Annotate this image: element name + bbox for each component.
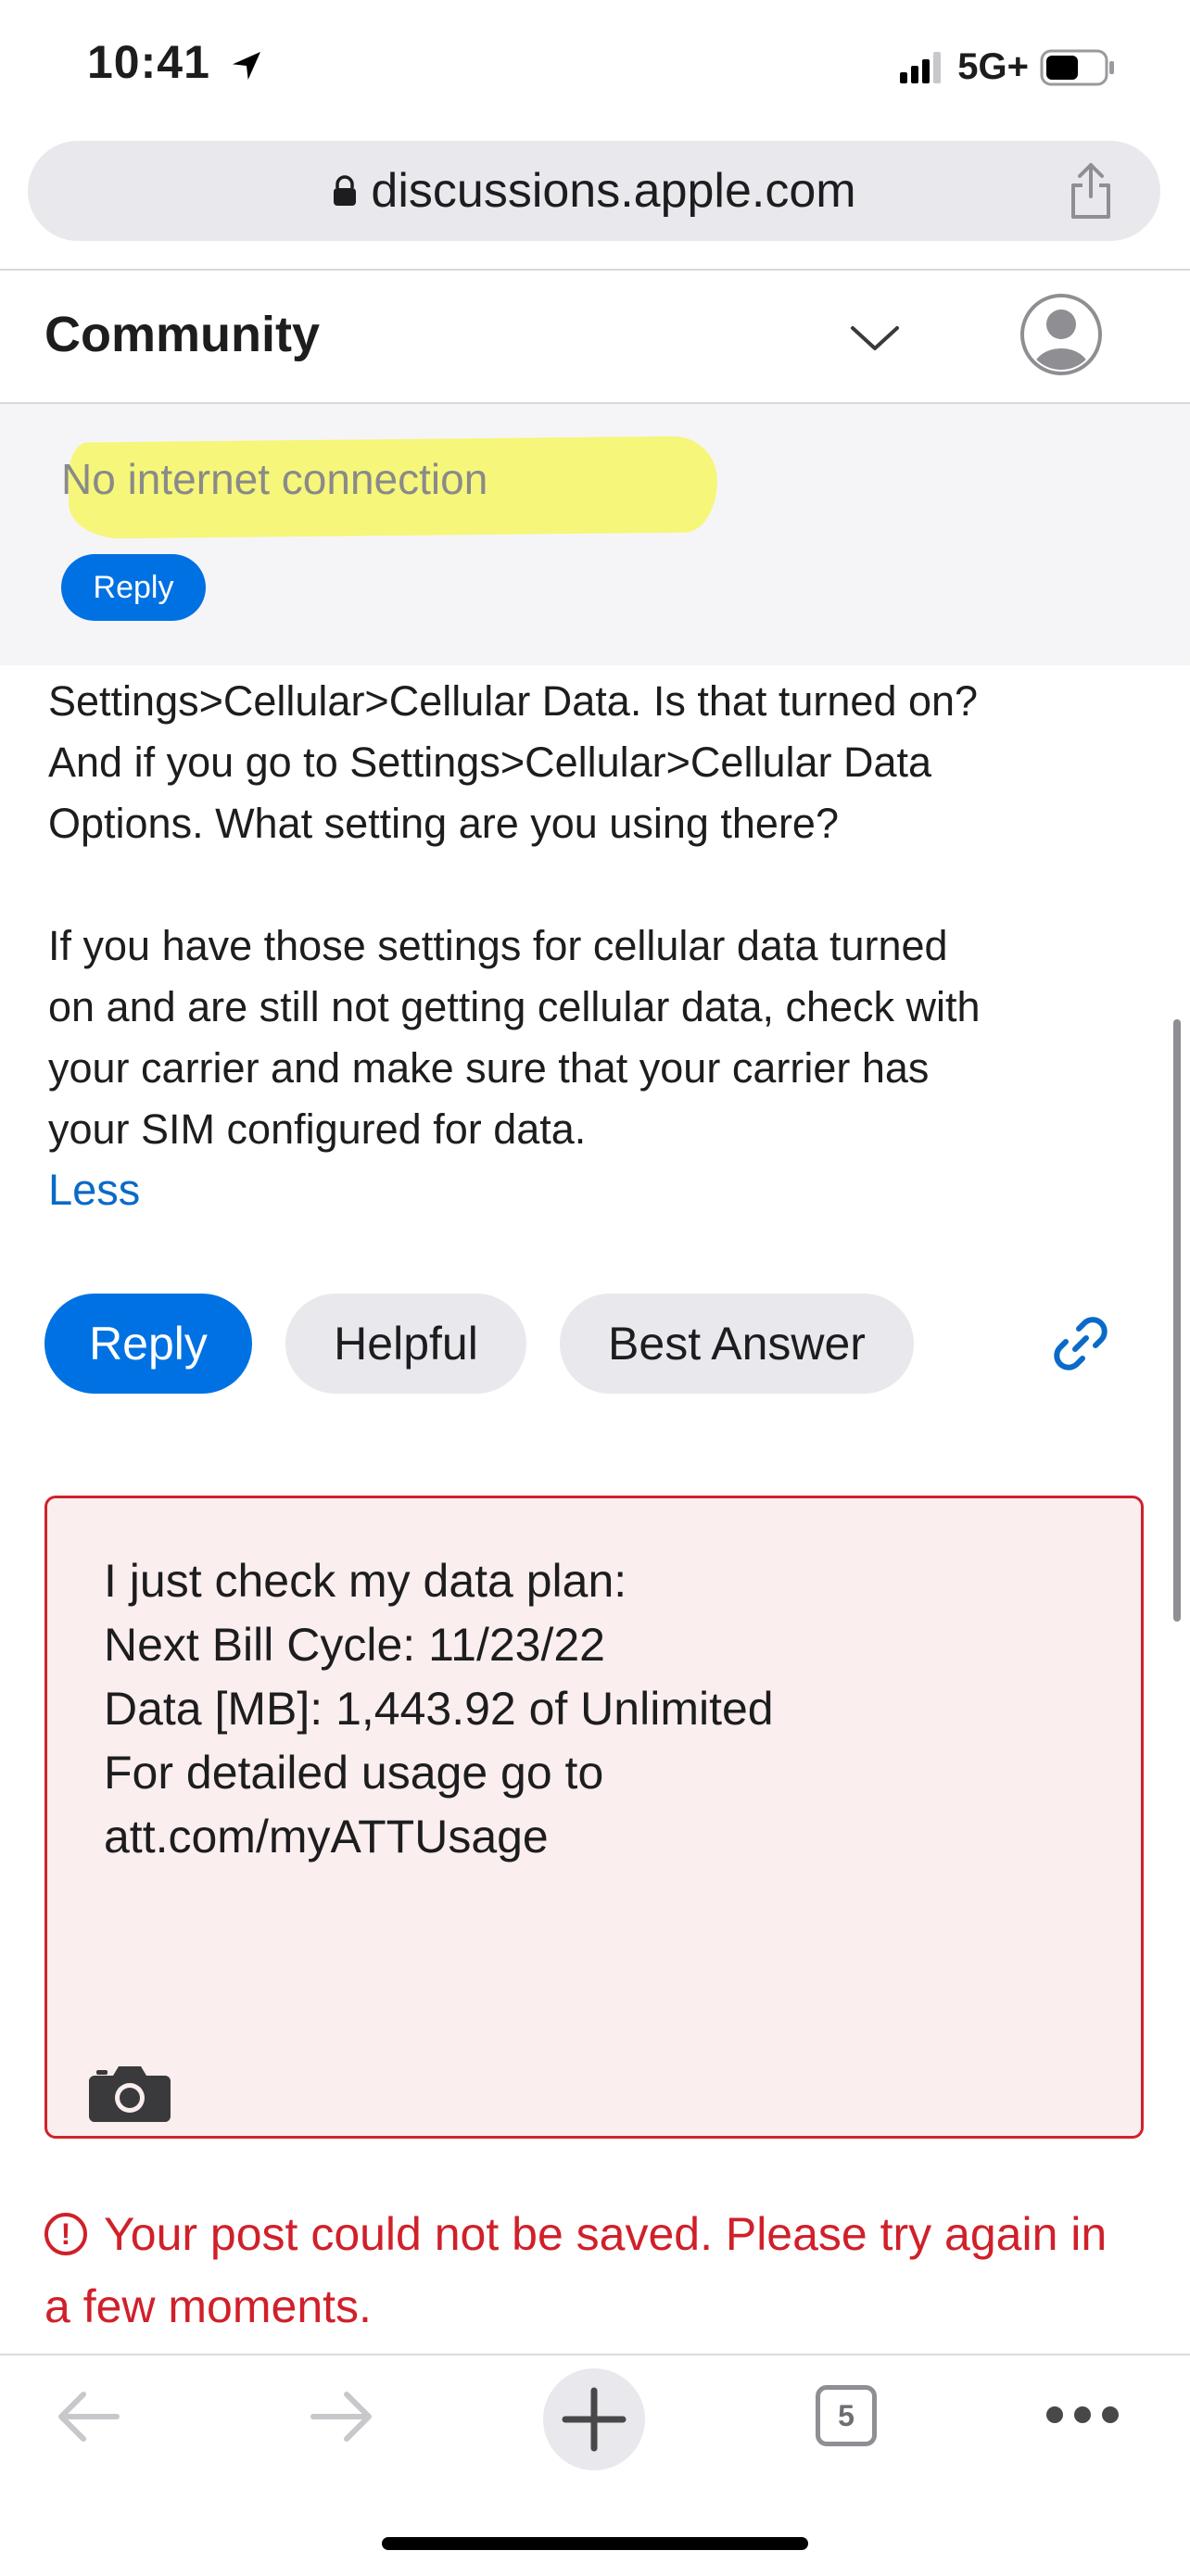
back-arrow-icon[interactable]	[52, 2380, 126, 2454]
profile-avatar-icon[interactable]	[1019, 293, 1103, 376]
post-line: And if you go to Settings>Cellular>Cellu…	[48, 739, 932, 786]
post-line: If you have those settings for cellular …	[48, 922, 948, 969]
error-icon: !	[44, 2212, 87, 2255]
reply-button[interactable]: Reply	[44, 1294, 252, 1394]
forward-arrow-icon[interactable]	[304, 2380, 378, 2454]
post-line: on and are still not getting cellular da…	[48, 983, 981, 1030]
url-display[interactable]: discussions.apple.com	[28, 141, 1160, 241]
scrollbar[interactable]	[1173, 1019, 1181, 1622]
battery-icon	[1040, 49, 1114, 85]
link-icon[interactable]	[1047, 1310, 1114, 1377]
offline-message: No internet connection	[61, 455, 488, 503]
tabs-button[interactable]: 5	[816, 2385, 877, 2446]
post-body: Settings>Cellular>Cellular Data. Is that…	[48, 671, 1151, 1160]
post-line: Options. What setting are you using ther…	[48, 800, 839, 847]
reply-line: Next Bill Cycle: 11/23/22	[104, 1619, 605, 1671]
reply-line: I just check my data plan:	[104, 1555, 627, 1607]
location-arrow-icon	[232, 51, 260, 80]
chevron-down-icon[interactable]	[849, 322, 901, 352]
reply-line: For detailed usage go to	[104, 1747, 604, 1799]
post-line: your carrier and make sure that your car…	[48, 1044, 930, 1092]
lock-icon	[334, 175, 357, 206]
error-message: ! Your post could not be saved. Please tr…	[44, 2198, 1129, 2342]
plus-icon	[562, 2387, 627, 2452]
less-link[interactable]: Less	[48, 1164, 140, 1215]
status-time: 10:41	[87, 35, 265, 89]
post-line: your SIM configured for data.	[48, 1105, 587, 1153]
more-icon[interactable]	[1044, 2404, 1121, 2426]
error-text: Your post could not be saved. Please try…	[44, 2208, 1108, 2332]
reply-content[interactable]: I just check my data plan: Next Bill Cyc…	[104, 1549, 774, 1869]
reply-line: Data [MB]: 1,443.92 of Unlimited	[104, 1683, 774, 1735]
camera-icon[interactable]	[87, 2063, 172, 2124]
reply-line: att.com/myATTUsage	[104, 1811, 549, 1863]
home-indicator	[382, 2537, 808, 2550]
address-bar[interactable]: discussions.apple.com	[28, 141, 1160, 241]
best-answer-button[interactable]: Best Answer	[560, 1294, 914, 1394]
network-type: 5G+	[957, 46, 1029, 87]
new-tab-button[interactable]	[543, 2368, 645, 2470]
signal-icon	[900, 51, 942, 83]
post-line: Settings>Cellular>Cellular Data. Is that…	[48, 677, 979, 725]
helpful-button[interactable]: Helpful	[285, 1294, 526, 1394]
community-title: Community	[44, 307, 320, 362]
status-indicators: 5G+	[900, 46, 1116, 88]
banner-reply-button[interactable]: Reply	[61, 554, 206, 621]
url-text: discussions.apple.com	[371, 164, 856, 218]
share-icon[interactable]	[1066, 161, 1116, 221]
divider	[0, 269, 1190, 271]
